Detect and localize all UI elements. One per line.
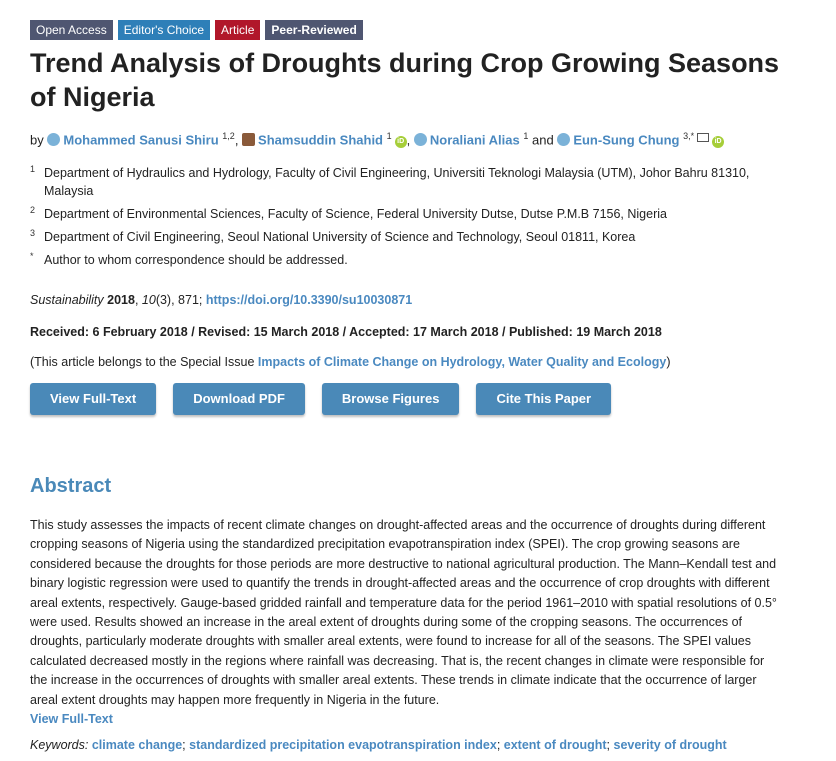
abstract-heading: Abstract <box>30 475 112 497</box>
view-full-text-button[interactable]: View Full-Text <box>30 383 157 415</box>
by-label: by <box>30 132 44 148</box>
keyword-link[interactable]: climate change <box>92 738 182 752</box>
affiliation-number: 1 <box>30 164 36 174</box>
orcid-icon[interactable]: iD <box>712 136 725 149</box>
author-affiliation-sup: 1,2 <box>222 131 235 141</box>
keyword-link[interactable]: severity of drought <box>614 738 727 752</box>
badge-row: Open Access Editor's Choice Article Peer… <box>30 20 363 40</box>
citation-issue: (3), 871; <box>155 293 206 307</box>
special-issue-note: (This article belongs to the Special Iss… <box>30 355 670 369</box>
author-avatar-icon <box>47 133 61 147</box>
journal-name: Sustainability <box>30 293 104 307</box>
keywords-label: Keywords: <box>30 738 89 752</box>
author-avatar-icon <box>557 133 571 147</box>
author-affiliation-sup: 1 <box>523 131 529 141</box>
abstract-body: This study assesses the impacts of recen… <box>30 516 782 729</box>
action-buttons: View Full-Text Download PDF Browse Figur… <box>30 383 612 415</box>
doi-link[interactable]: https://doi.org/10.3390/su10030871 <box>206 293 412 307</box>
keyword-link[interactable]: extent of drought <box>504 738 607 752</box>
affiliation-text: Department of Environmental Sciences, Fa… <box>44 207 667 221</box>
author-link[interactable]: Noraliani Alias <box>430 132 520 147</box>
affiliation-item: 3 Department of Civil Engineering, Seoul… <box>30 228 790 246</box>
download-pdf-button[interactable]: Download PDF <box>173 383 305 415</box>
affiliation-item: 2 Department of Environmental Sciences, … <box>30 205 790 223</box>
citation-year: 2018 <box>107 293 135 307</box>
affiliations: 1 Department of Hydraulics and Hydrology… <box>30 164 790 274</box>
article-title: Trend Analysis of Droughts during Crop G… <box>30 48 780 112</box>
affiliation-item: 1 Department of Hydraulics and Hydrology… <box>30 164 790 200</box>
author-affiliation-sup: 1 <box>386 131 392 141</box>
email-icon[interactable] <box>697 133 710 143</box>
badge-open-access[interactable]: Open Access <box>30 20 113 40</box>
publication-dates: Received: 6 February 2018 / Revised: 15 … <box>30 325 662 339</box>
author-list: by Mohammed Sanusi Shiru 1,2, Shamsuddin… <box>30 131 725 149</box>
cite-this-paper-button[interactable]: Cite This Paper <box>476 383 612 415</box>
browse-figures-button[interactable]: Browse Figures <box>321 383 460 415</box>
orcid-icon[interactable]: iD <box>394 136 407 149</box>
author-photo-icon <box>242 133 256 147</box>
affiliation-number: * <box>30 251 34 261</box>
affiliation-item: * Author to whom correspondence should b… <box>30 251 790 269</box>
author-link[interactable]: Shamsuddin Shahid <box>258 132 383 147</box>
special-issue-suffix: ) <box>666 355 671 369</box>
and-label: and <box>531 132 554 148</box>
badge-article: Article <box>215 20 261 40</box>
affiliation-text: Department of Hydraulics and Hydrology, … <box>44 166 750 198</box>
affiliation-text: Author to whom correspondence should be … <box>44 253 348 267</box>
citation-volume: 10 <box>141 293 156 307</box>
keywords-line: Keywords: climate change; standardized p… <box>30 738 727 752</box>
affiliation-number: 2 <box>30 205 36 215</box>
badge-editors-choice[interactable]: Editor's Choice <box>117 20 211 40</box>
view-full-text-link[interactable]: View Full-Text <box>30 710 782 729</box>
affiliation-number: 3 <box>30 228 36 238</box>
special-issue-link[interactable]: Impacts of Climate Change on Hydrology, … <box>258 355 666 369</box>
author-link[interactable]: Mohammed Sanusi Shiru <box>63 132 218 147</box>
author-affiliation-sup: 3,* <box>683 131 695 141</box>
keyword-link[interactable]: standardized precipitation evapotranspir… <box>189 738 497 752</box>
author-link[interactable]: Eun-Sung Chung <box>573 132 679 147</box>
affiliation-text: Department of Civil Engineering, Seoul N… <box>44 230 636 244</box>
special-issue-prefix: (This article belongs to the Special Iss… <box>30 355 258 369</box>
badge-peer-reviewed[interactable]: Peer-Reviewed <box>265 20 363 40</box>
abstract-text: This study assesses the impacts of recen… <box>30 518 777 707</box>
citation-line: Sustainability 2018, 10(3), 871; https:/… <box>30 293 413 307</box>
author-avatar-icon <box>413 133 427 147</box>
